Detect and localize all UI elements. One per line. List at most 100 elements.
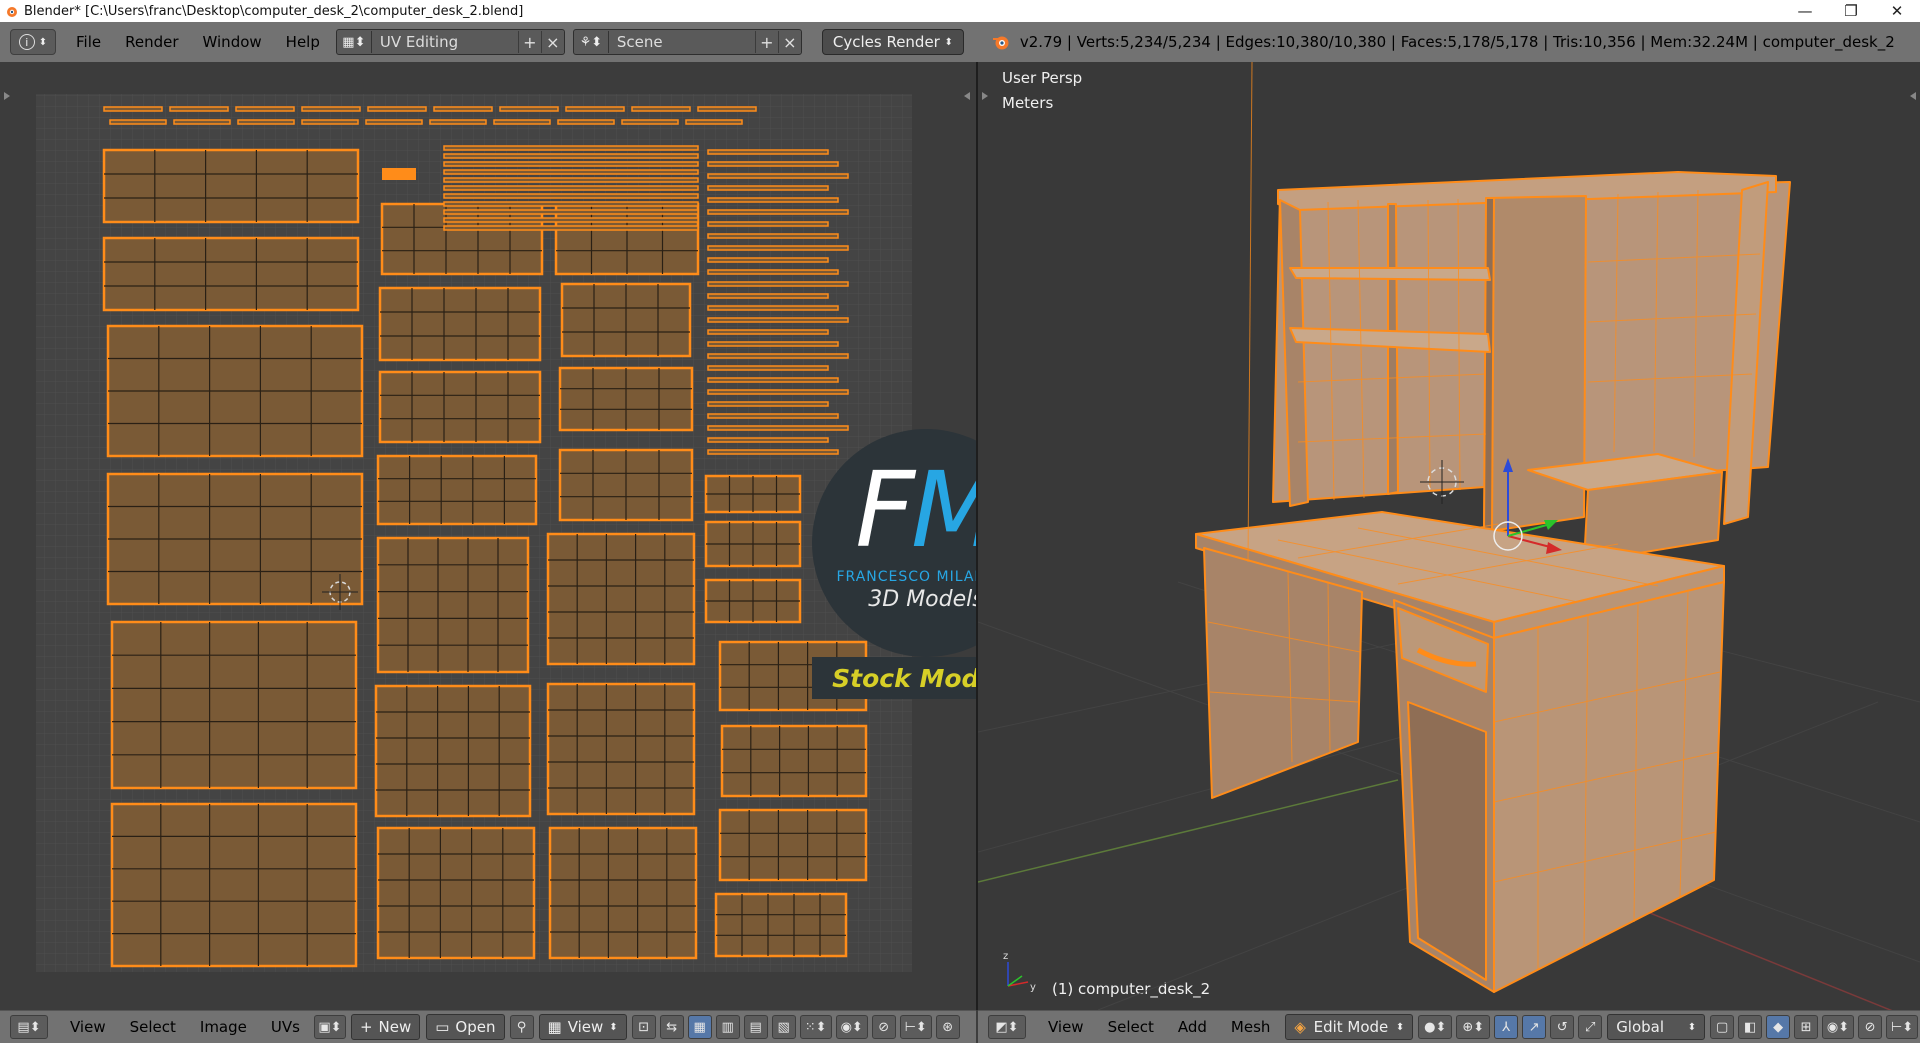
viewport-shading-icon[interactable]: ●⬍ — [1418, 1015, 1453, 1039]
face-select-icon[interactable]: ▤ — [743, 1015, 768, 1039]
scene-name[interactable]: Scene — [609, 33, 755, 51]
uv-strip[interactable] — [707, 341, 839, 347]
uv-strip[interactable] — [443, 193, 699, 199]
new-image-button[interactable]: + New — [350, 1014, 421, 1040]
uv-island[interactable] — [378, 370, 542, 444]
uv-strip[interactable] — [301, 106, 361, 112]
uv-strip[interactable] — [685, 119, 743, 125]
uv-island[interactable] — [718, 808, 868, 882]
layout-selector[interactable]: ▦⬍ UV Editing + × — [335, 29, 565, 55]
uv-strip[interactable] — [443, 185, 699, 191]
uv-strip[interactable] — [707, 173, 849, 179]
orientation-dropdown[interactable]: Global ⬍ — [1607, 1014, 1706, 1040]
uv-strip[interactable] — [707, 305, 839, 311]
uv-strip[interactable] — [631, 106, 691, 112]
pin-icon[interactable]: ⚲ — [509, 1015, 534, 1039]
uv-strip[interactable] — [557, 119, 615, 125]
panel-expand-arrow-left[interactable] — [982, 92, 988, 100]
panel-expand-arrow-left[interactable] — [4, 92, 10, 100]
uv-strip[interactable] — [707, 329, 829, 335]
uv-island[interactable] — [558, 448, 694, 522]
view-mode-dropdown[interactable]: ▦ View ⬍ — [538, 1014, 627, 1040]
editor-type-icon[interactable]: ◩⬍ — [988, 1015, 1026, 1039]
menu-render[interactable]: Render — [113, 33, 190, 51]
mode-dropdown[interactable]: ◈ Edit Mode ⬍ — [1285, 1014, 1414, 1040]
uv-island[interactable] — [704, 578, 802, 624]
uv-island[interactable] — [376, 536, 530, 674]
panel-expand-arrow-right[interactable] — [964, 92, 970, 100]
uv-strip[interactable] — [621, 119, 679, 125]
vp-menu-view[interactable]: View — [1036, 1018, 1096, 1036]
uv-island[interactable] — [558, 366, 694, 432]
close-button[interactable]: ✕ — [1874, 0, 1920, 22]
uv-island[interactable] — [110, 802, 358, 968]
image-browse-icon[interactable]: ▣⬍ — [313, 1015, 346, 1039]
uv-island[interactable] — [378, 286, 542, 362]
menu-help[interactable]: Help — [274, 33, 332, 51]
vertex-select-mode-icon[interactable]: ▢ — [1710, 1015, 1735, 1039]
pivot-icon[interactable]: ⊡ — [631, 1015, 656, 1039]
uv-strip[interactable] — [433, 106, 493, 112]
uv-strip[interactable] — [707, 401, 829, 407]
uv-strip[interactable] — [707, 197, 839, 203]
uv-strip[interactable] — [707, 413, 839, 419]
manipulator-toggle-icon[interactable]: ⅄ — [1494, 1015, 1519, 1039]
edge-select-mode-icon[interactable]: ◧ — [1738, 1015, 1763, 1039]
uv-strip[interactable] — [499, 106, 559, 112]
edge-select-icon[interactable]: ▥ — [715, 1015, 740, 1039]
uv-island[interactable] — [110, 620, 358, 790]
vp-menu-add[interactable]: Add — [1166, 1018, 1219, 1036]
translate-manipulator-icon[interactable]: ↗ — [1522, 1015, 1547, 1039]
uv-island[interactable] — [714, 892, 848, 958]
uv-menu-image[interactable]: Image — [188, 1018, 259, 1036]
uv-strip[interactable] — [443, 161, 699, 167]
add-layout-button[interactable]: + — [517, 31, 541, 53]
uv-image-editor[interactable]: FM FRANCESCO MILANESE 3D Models Stock Mo… — [0, 62, 976, 1010]
uv-strip[interactable] — [565, 106, 625, 112]
proportional-edit-icon[interactable]: ◉⬍ — [835, 1015, 868, 1039]
uv-strip[interactable] — [707, 233, 839, 239]
uv-strip[interactable] — [443, 225, 699, 231]
uv-strip[interactable] — [169, 106, 229, 112]
uv-strip[interactable] — [443, 177, 699, 183]
info-editor-type-button[interactable]: i ⬍ — [10, 29, 56, 55]
layout-name[interactable]: UV Editing — [372, 33, 518, 51]
uv-strip[interactable] — [707, 293, 829, 299]
delete-scene-button[interactable]: × — [777, 31, 801, 53]
uv-strip[interactable] — [707, 377, 839, 383]
uv-strip[interactable] — [707, 353, 849, 359]
minimize-button[interactable]: — — [1782, 0, 1828, 22]
island-select-icon[interactable]: ▧ — [771, 1015, 796, 1039]
vp-menu-mesh[interactable]: Mesh — [1219, 1018, 1283, 1036]
uv-strip[interactable] — [707, 269, 839, 275]
3d-viewport[interactable]: User Persp Meters (1) computer_desk_2 z … — [978, 62, 1920, 1010]
uv-menu-view[interactable]: View — [58, 1018, 118, 1036]
face-select-mode-icon[interactable]: ◆ — [1766, 1015, 1791, 1039]
uv-island[interactable] — [376, 454, 538, 526]
pivot-point-icon[interactable]: ⊕⬍ — [1456, 1015, 1491, 1039]
uv-island[interactable] — [720, 724, 868, 798]
uv-strip[interactable] — [707, 365, 829, 371]
uv-strip[interactable] — [103, 106, 163, 112]
vp-menu-select[interactable]: Select — [1096, 1018, 1166, 1036]
panel-expand-arrow-right[interactable] — [1910, 92, 1916, 100]
proportional-edit-icon[interactable]: ◉⬍ — [1822, 1015, 1855, 1039]
scale-manipulator-icon[interactable]: ⤢ — [1578, 1015, 1603, 1039]
uv-island[interactable] — [704, 474, 802, 514]
uv-strip[interactable] — [707, 185, 829, 191]
add-scene-button[interactable]: + — [754, 31, 778, 53]
uv-strip[interactable] — [301, 119, 359, 125]
viewport-scene[interactable]: z y — [978, 62, 1920, 1010]
uv-island[interactable] — [374, 684, 532, 818]
snap-target-icon[interactable]: ⊢⬍ — [1886, 1015, 1918, 1039]
delete-layout-button[interactable]: × — [540, 31, 564, 53]
scene-selector[interactable]: ⚘⬍ Scene + × — [572, 29, 802, 55]
uv-strip[interactable] — [235, 106, 295, 112]
uv-island[interactable] — [376, 826, 536, 960]
uv-island[interactable] — [106, 324, 364, 458]
uv-strip[interactable] — [109, 119, 167, 125]
uv-strip[interactable] — [697, 106, 757, 112]
sync-selection-icon[interactable]: ⇆ — [659, 1015, 684, 1039]
uv-strip[interactable] — [429, 119, 487, 125]
uv-strip[interactable] — [707, 245, 849, 251]
